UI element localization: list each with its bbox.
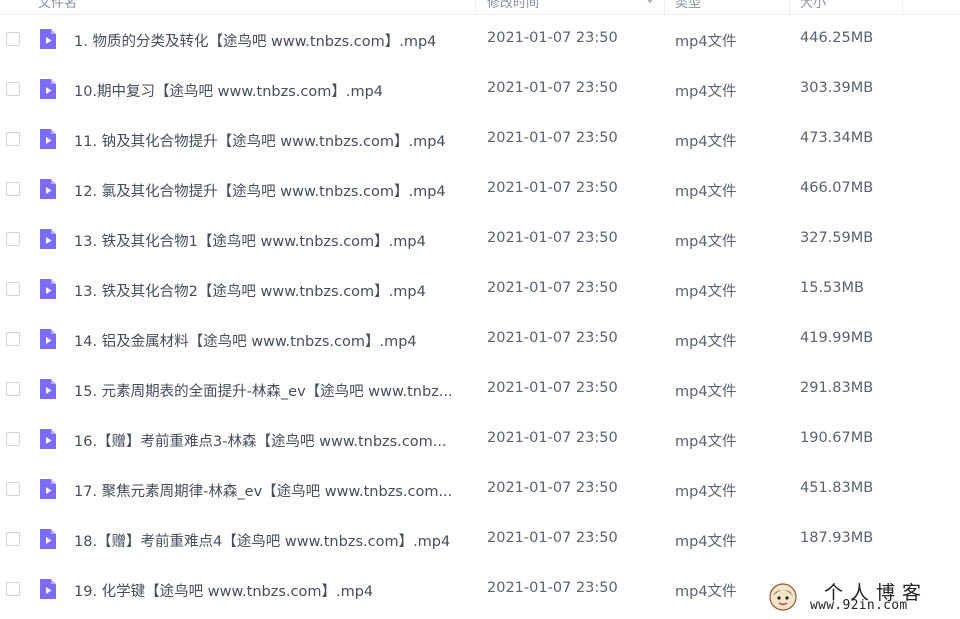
row-checkbox[interactable] — [6, 332, 20, 346]
file-row[interactable]: 12. 氯及其化合物提升【途鸟吧 www.tnbzs.com】.mp4 2021-… — [0, 165, 960, 215]
file-size: 327.59MB — [800, 230, 874, 246]
column-divider[interactable] — [789, 0, 790, 14]
column-header-size[interactable]: 大小 — [800, 0, 826, 11]
column-header-name[interactable]: 文件名 — [38, 0, 77, 11]
video-file-icon — [40, 379, 56, 399]
file-type: mp4文件 — [675, 84, 737, 100]
file-type: mp4文件 — [675, 484, 737, 500]
file-name[interactable]: 13. 铁及其化合物2【途鸟吧 www.tnbzs.com】.mp4 — [74, 280, 464, 301]
row-checkbox[interactable] — [6, 382, 20, 396]
row-checkbox[interactable] — [6, 482, 20, 496]
file-row[interactable]: 14. 铝及金属材料【途鸟吧 www.tnbzs.com】.mp4 2021-01… — [0, 315, 960, 365]
file-row[interactable]: 1. 物质的分类及转化【途鸟吧 www.tnbzs.com】.mp4 2021-0… — [0, 15, 960, 65]
file-modified-date: 2021-01-07 23:50 — [487, 180, 618, 196]
row-checkbox[interactable] — [6, 582, 20, 596]
file-size: 419.99MB — [800, 330, 874, 346]
file-modified-date: 2021-01-07 23:50 — [487, 330, 618, 346]
file-row[interactable]: 18.【赠】考前重难点4【途鸟吧 www.tnbzs.com】.mp4 2021-… — [0, 515, 960, 565]
file-modified-date: 2021-01-07 23:50 — [487, 280, 618, 296]
column-header-type[interactable]: 类型 — [675, 0, 701, 11]
file-type: mp4文件 — [675, 34, 737, 50]
sort-desc-icon[interactable] — [644, 0, 656, 6]
column-divider[interactable] — [902, 0, 903, 14]
file-modified-date: 2021-01-07 23:50 — [487, 130, 618, 146]
file-size: 190.67MB — [800, 430, 874, 446]
file-size: 303.39MB — [800, 80, 874, 96]
video-file-icon — [40, 29, 56, 49]
file-list-header: 文件名 修改时间 类型 大小 — [0, 0, 960, 15]
file-modified-date: 2021-01-07 23:50 — [487, 480, 618, 496]
column-divider[interactable] — [475, 0, 476, 14]
file-size: 446.25MB — [800, 30, 874, 46]
file-modified-date: 2021-01-07 23:50 — [487, 430, 618, 446]
file-row[interactable]: 13. 铁及其化合物1【途鸟吧 www.tnbzs.com】.mp4 2021-0… — [0, 215, 960, 265]
video-file-icon — [40, 279, 56, 299]
file-type: mp4文件 — [675, 534, 737, 550]
file-row[interactable]: 10.期中复习【途鸟吧 www.tnbzs.com】.mp4 2021-01-07… — [0, 65, 960, 115]
watermark-url: www.92in.com — [810, 598, 908, 613]
row-checkbox[interactable] — [6, 282, 20, 296]
row-checkbox[interactable] — [6, 182, 20, 196]
video-file-icon — [40, 129, 56, 149]
file-type: mp4文件 — [675, 334, 737, 350]
file-type: mp4文件 — [675, 384, 737, 400]
file-type: mp4文件 — [675, 184, 737, 200]
row-checkbox[interactable] — [6, 532, 20, 546]
file-modified-date: 2021-01-07 23:50 — [487, 580, 618, 596]
file-name[interactable]: 15. 元素周期表的全面提升-林森_ev【途鸟吧 www.tnbz... — [74, 380, 464, 401]
video-file-icon — [40, 229, 56, 249]
file-name[interactable]: 11. 钠及其化合物提升【途鸟吧 www.tnbzs.com】.mp4 — [74, 130, 464, 151]
blog-watermark: 个人博客 www.92in.com — [768, 578, 960, 619]
file-modified-date: 2021-01-07 23:50 — [487, 230, 618, 246]
video-file-icon — [40, 429, 56, 449]
file-modified-date: 2021-01-07 23:50 — [487, 380, 618, 396]
file-row[interactable]: 11. 钠及其化合物提升【途鸟吧 www.tnbzs.com】.mp4 2021-… — [0, 115, 960, 165]
file-name[interactable]: 12. 氯及其化合物提升【途鸟吧 www.tnbzs.com】.mp4 — [74, 180, 464, 201]
file-type: mp4文件 — [675, 234, 737, 250]
column-divider[interactable] — [664, 0, 665, 14]
video-file-icon — [40, 529, 56, 549]
file-row[interactable]: 15. 元素周期表的全面提升-林森_ev【途鸟吧 www.tnbz... 2021… — [0, 365, 960, 415]
row-checkbox[interactable] — [6, 32, 20, 46]
file-name[interactable]: 10.期中复习【途鸟吧 www.tnbzs.com】.mp4 — [74, 80, 464, 101]
file-type: mp4文件 — [675, 284, 737, 300]
file-size: 466.07MB — [800, 180, 874, 196]
row-checkbox[interactable] — [6, 432, 20, 446]
video-file-icon — [40, 479, 56, 499]
file-list: 1. 物质的分类及转化【途鸟吧 www.tnbzs.com】.mp4 2021-0… — [0, 15, 960, 615]
video-file-icon — [40, 329, 56, 349]
file-name[interactable]: 16.【赠】考前重难点3-林森【途鸟吧 www.tnbzs.com... — [74, 430, 464, 451]
file-type: mp4文件 — [675, 584, 737, 600]
file-name[interactable]: 14. 铝及金属材料【途鸟吧 www.tnbzs.com】.mp4 — [74, 330, 464, 351]
file-size: 473.34MB — [800, 130, 874, 146]
file-size: 15.53MB — [800, 280, 864, 296]
file-modified-date: 2021-01-07 23:50 — [487, 530, 618, 546]
file-name[interactable]: 17. 聚焦元素周期律-林森_ev【途鸟吧 www.tnbzs.com... — [74, 480, 464, 501]
file-modified-date: 2021-01-07 23:50 — [487, 80, 618, 96]
file-size: 291.83MB — [800, 380, 874, 396]
file-modified-date: 2021-01-07 23:50 — [487, 30, 618, 46]
row-checkbox[interactable] — [6, 82, 20, 96]
file-row[interactable]: 17. 聚焦元素周期律-林森_ev【途鸟吧 www.tnbzs.com... 20… — [0, 465, 960, 515]
file-name[interactable]: 1. 物质的分类及转化【途鸟吧 www.tnbzs.com】.mp4 — [74, 30, 464, 51]
row-checkbox[interactable] — [6, 232, 20, 246]
file-type: mp4文件 — [675, 434, 737, 450]
file-size: 187.93MB — [800, 530, 874, 546]
file-type: mp4文件 — [675, 134, 737, 150]
video-file-icon — [40, 79, 56, 99]
column-header-modified[interactable]: 修改时间 — [487, 0, 539, 11]
file-name[interactable]: 18.【赠】考前重难点4【途鸟吧 www.tnbzs.com】.mp4 — [74, 530, 464, 551]
video-file-icon — [40, 179, 56, 199]
blog-logo-icon — [769, 583, 797, 611]
video-file-icon — [40, 579, 56, 599]
file-row[interactable]: 13. 铁及其化合物2【途鸟吧 www.tnbzs.com】.mp4 2021-0… — [0, 265, 960, 315]
file-row[interactable]: 16.【赠】考前重难点3-林森【途鸟吧 www.tnbzs.com... 2021… — [0, 415, 960, 465]
row-checkbox[interactable] — [6, 132, 20, 146]
file-name[interactable]: 19. 化学键【途鸟吧 www.tnbzs.com】.mp4 — [74, 580, 464, 601]
file-size: 451.83MB — [800, 480, 874, 496]
file-name[interactable]: 13. 铁及其化合物1【途鸟吧 www.tnbzs.com】.mp4 — [74, 230, 464, 251]
